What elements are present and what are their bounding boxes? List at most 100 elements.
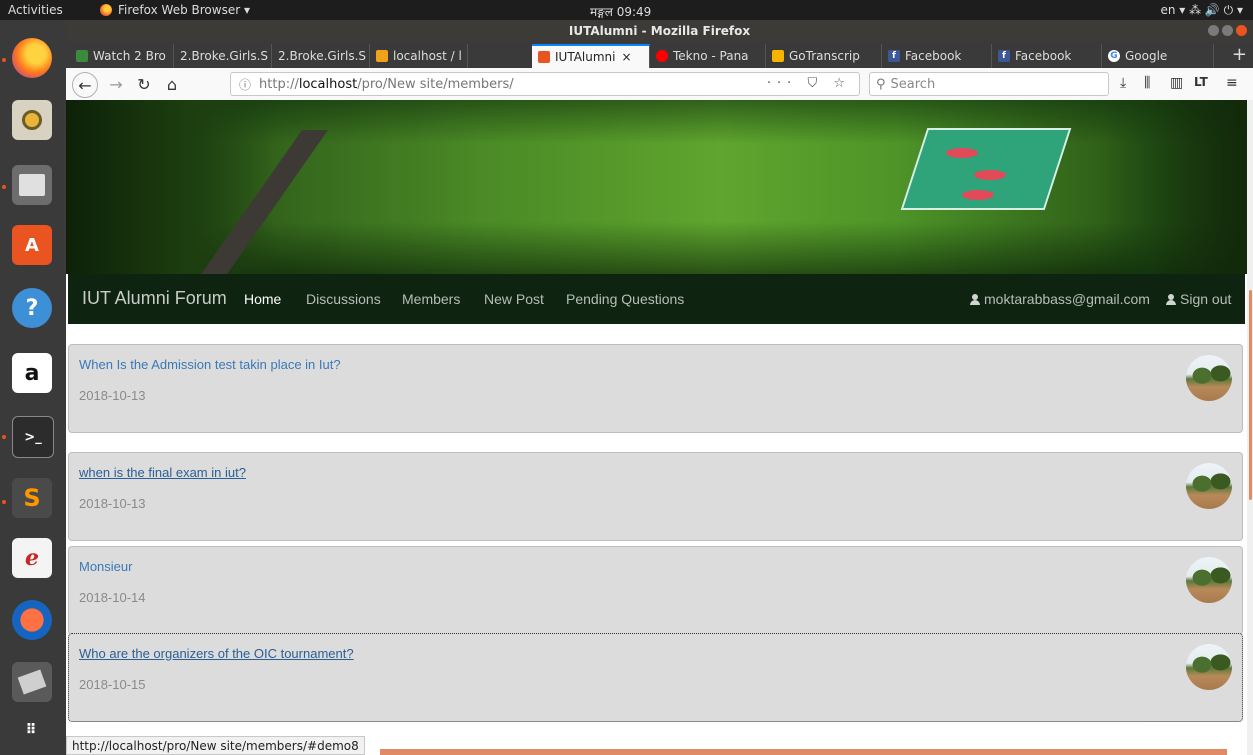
- url-bar[interactable]: ⓘ http://localhost/pro/New site/members/…: [230, 72, 860, 96]
- court-circle: [974, 170, 1006, 180]
- library-icon[interactable]: ⫼: [1144, 75, 1150, 91]
- avatar: [1186, 463, 1232, 509]
- rhythmbox-launcher-icon[interactable]: [12, 100, 52, 140]
- tab-label: Google: [1125, 49, 1168, 63]
- activities-button[interactable]: Activities: [8, 3, 63, 17]
- nav-discussions[interactable]: Discussions: [306, 291, 381, 307]
- maximize-icon[interactable]: [1222, 25, 1233, 36]
- pdf-reader-icon[interactable]: ℯ: [12, 538, 52, 578]
- firefox-launcher-icon[interactable]: [12, 38, 52, 78]
- help-icon[interactable]: ?: [12, 288, 52, 328]
- facebook-icon: f: [998, 50, 1010, 62]
- nav-new-post[interactable]: New Post: [484, 291, 544, 307]
- phpmyadmin-icon: [376, 50, 388, 62]
- post-card[interactable]: When Is the Admission test takin place i…: [68, 344, 1243, 433]
- post-card[interactable]: Monsieur 2018-10-14: [68, 546, 1243, 635]
- window-title: IUTAlumni - Mozilla Firefox: [568, 24, 751, 38]
- link-status-tooltip: http://localhost/pro/New site/members/#d…: [66, 736, 365, 755]
- close-window-icon[interactable]: [1236, 25, 1247, 36]
- sublime-text-icon[interactable]: S: [12, 478, 52, 518]
- downloads-icon[interactable]: ⤓: [1120, 75, 1126, 91]
- post-card[interactable]: Who are the organizers of the OIC tourna…: [68, 633, 1243, 722]
- tab-broke-girls-2[interactable]: 2.Broke.Girls.S: [272, 44, 370, 68]
- tab-label: IUTAlumni: [555, 50, 616, 64]
- running-indicator: [2, 58, 6, 62]
- tab-google[interactable]: G Google: [1102, 44, 1214, 68]
- search-placeholder: Search: [890, 76, 936, 92]
- tab-label: Facebook: [905, 49, 962, 63]
- terminal-launcher-icon[interactable]: >_: [12, 416, 54, 458]
- text-editor-icon[interactable]: [12, 662, 52, 702]
- tab-localhost[interactable]: localhost / l: [370, 44, 468, 68]
- close-tab-icon[interactable]: ×: [622, 50, 632, 64]
- launcher-dock: A ? a >_ S ℯ ⠿: [0, 20, 66, 755]
- tab-iutalumni[interactable]: IUTAlumni ×: [532, 44, 650, 68]
- audacity-icon[interactable]: [12, 600, 52, 640]
- running-indicator: [2, 500, 6, 504]
- page-footer-strip: [380, 749, 1227, 755]
- user-profile-link[interactable]: moktarabbass@gmail.com: [970, 291, 1150, 307]
- page-actions-icons[interactable]: ··· ⛉ ☆: [767, 76, 851, 91]
- court-circle: [946, 148, 978, 158]
- amazon-launcher-icon[interactable]: a: [12, 353, 52, 393]
- tab-tekno[interactable]: Tekno - Pana: [650, 44, 766, 68]
- post-card[interactable]: when is the final exam in iut? 2018-10-1…: [68, 452, 1243, 541]
- avatar: [1186, 644, 1232, 690]
- post-title[interactable]: When Is the Admission test takin place i…: [79, 357, 341, 372]
- tab-facebook-1[interactable]: f Facebook: [882, 44, 992, 68]
- google-icon: G: [1108, 50, 1120, 62]
- nav-home[interactable]: Home: [244, 291, 281, 307]
- app-menu-label: Firefox Web Browser ▾: [118, 3, 250, 17]
- nav-pending-questions[interactable]: Pending Questions: [566, 291, 684, 307]
- navigation-toolbar: ← → ↻ ⌂ ⓘ http://localhost/pro/New site/…: [66, 68, 1253, 101]
- tab-favicon-icon: [538, 51, 550, 63]
- site-navbar: IUT Alumni Forum Home Discussions Member…: [68, 274, 1245, 324]
- post-title[interactable]: Monsieur: [79, 559, 132, 574]
- nav-members[interactable]: Members: [402, 291, 460, 307]
- tab-facebook-2[interactable]: f Facebook: [992, 44, 1102, 68]
- post-date: 2018-10-15: [79, 677, 146, 692]
- tab-label: GoTranscrip: [789, 49, 860, 63]
- post-title[interactable]: when is the final exam in iut?: [79, 465, 246, 480]
- tab-favicon-icon: [76, 50, 88, 62]
- youtube-icon: [656, 50, 668, 62]
- user-icon: [1166, 294, 1176, 305]
- post-date: 2018-10-13: [79, 388, 146, 403]
- tab-label: localhost / l: [393, 49, 462, 63]
- menu-icon[interactable]: ≡: [1226, 75, 1238, 91]
- tab-gotranscript[interactable]: GoTranscrip: [766, 44, 882, 68]
- system-indicators[interactable]: en ▾ ⁂ 🔊 ⏻ ▾: [1160, 3, 1243, 18]
- site-brand[interactable]: IUT Alumni Forum: [82, 288, 227, 309]
- tab-watch2bro[interactable]: Watch 2 Bro: [70, 44, 174, 68]
- page-scrollbar[interactable]: [1247, 100, 1253, 755]
- site-info-icon[interactable]: ⓘ: [239, 76, 251, 93]
- software-center-icon[interactable]: A: [12, 225, 52, 265]
- tab-strip: Watch 2 Bro 2.Broke.Girls.S 2.Broke.Girl…: [66, 42, 1253, 68]
- banner-image: [66, 100, 1253, 274]
- languagetool-icon[interactable]: LT: [1194, 75, 1208, 89]
- reload-icon[interactable]: ↻: [132, 72, 156, 96]
- sidebar-icon[interactable]: ▥: [1170, 75, 1183, 91]
- show-applications-icon[interactable]: ⠿: [12, 710, 52, 750]
- tab-broke-girls-1[interactable]: 2.Broke.Girls.S: [174, 44, 272, 68]
- forward-icon[interactable]: →: [104, 72, 128, 96]
- scrollbar-thumb[interactable]: [1249, 290, 1252, 500]
- search-input[interactable]: ⚲ Search: [869, 72, 1109, 96]
- back-icon[interactable]: ←: [72, 72, 98, 98]
- sign-out-link[interactable]: Sign out: [1166, 291, 1231, 307]
- url-host: localhost: [298, 76, 358, 92]
- new-tab-icon[interactable]: +: [1232, 44, 1247, 65]
- minimize-icon[interactable]: [1208, 25, 1219, 36]
- tab-label: Tekno - Pana: [673, 49, 749, 63]
- files-launcher-icon[interactable]: [12, 165, 52, 205]
- sign-out-label: Sign out: [1180, 291, 1232, 307]
- app-menu[interactable]: Firefox Web Browser ▾: [100, 3, 250, 17]
- tab-favicon-icon: [772, 50, 784, 62]
- home-icon[interactable]: ⌂: [160, 72, 184, 96]
- clock[interactable]: मङ्गल 09:49: [590, 3, 651, 20]
- avatar: [1186, 355, 1232, 401]
- post-title[interactable]: Who are the organizers of the OIC tourna…: [79, 646, 354, 661]
- facebook-icon: f: [888, 50, 900, 62]
- running-indicator: [2, 185, 6, 189]
- window-titlebar: IUTAlumni - Mozilla Firefox: [66, 20, 1253, 42]
